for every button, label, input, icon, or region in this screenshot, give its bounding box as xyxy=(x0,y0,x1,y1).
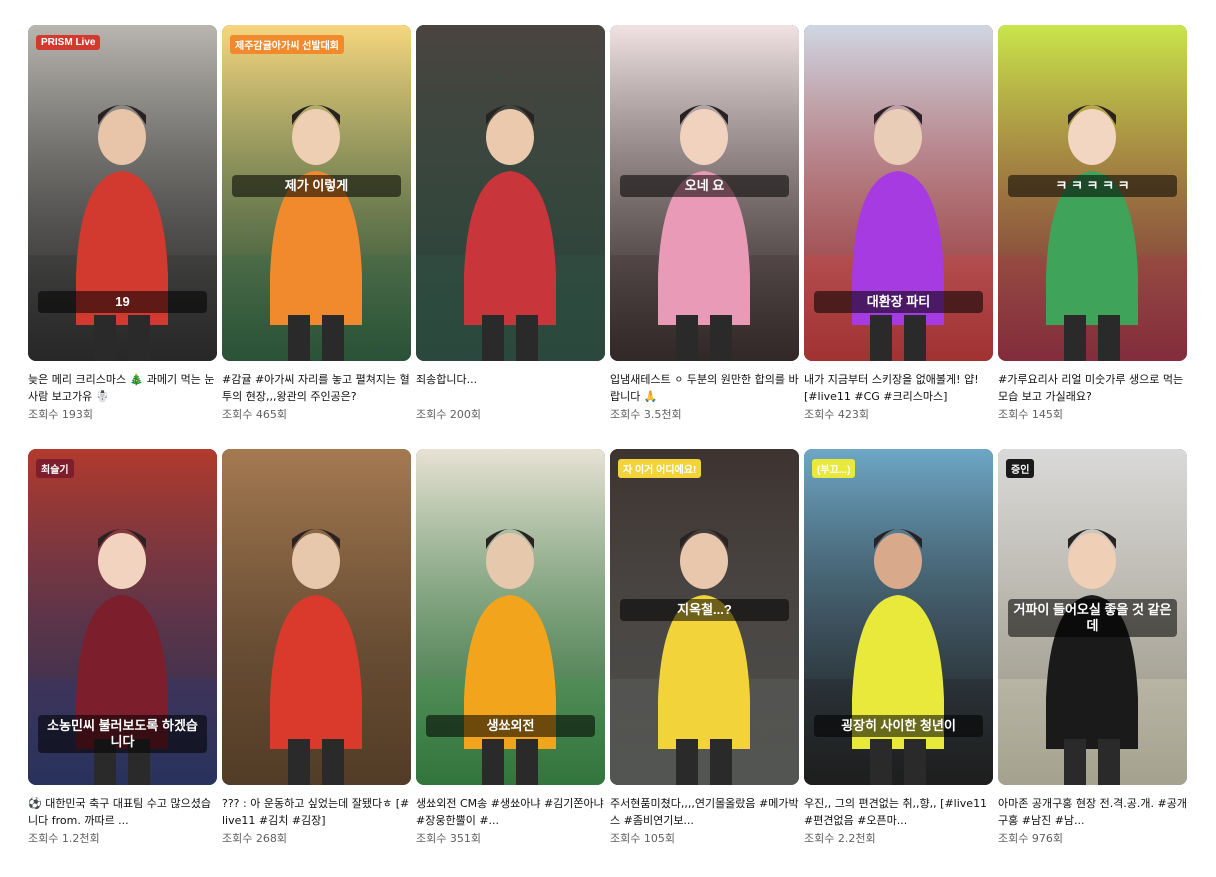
short-card[interactable]: 거파이 들어오실 좋을 것 같은데 증인아마존 공개구홍 현장 전.격.공.개. … xyxy=(998,449,1187,857)
thumbnail-caption: 오네 요 xyxy=(620,175,789,197)
short-view-count: 조회수 423회 xyxy=(804,408,869,421)
thumbnail-caption: 굉장히 사이한 청년이 xyxy=(814,715,983,737)
thumbnail-caption: 제가 이렇게 xyxy=(232,175,401,197)
short-thumbnail[interactable]: 오네 요 xyxy=(610,25,799,361)
short-view-count: 조회수 465회 xyxy=(222,408,287,421)
short-thumbnail[interactable]: 거파이 들어오실 좋을 것 같은데 증인 xyxy=(998,449,1187,785)
thumbnail-caption: 생쑈외전 xyxy=(426,715,595,737)
short-title[interactable]: 생쑈외전 CM송 #생쑈아냐 #김기쫀아냐 #장웅한뿔이 #... xyxy=(416,795,605,829)
short-title[interactable]: 입냄새테스트 ⚪ 두분의 원만한 합의를 바랍니다 🙏 xyxy=(610,371,799,405)
thumbnail-badge: (부끄...) xyxy=(812,459,856,478)
short-title[interactable]: 주서현품미쳤다,,,,연기몰올랐음 #메가박스 #좀비연기보... xyxy=(610,795,799,829)
short-card[interactable]: 오네 요입냄새테스트 ⚪ 두분의 원만한 합의를 바랍니다 🙏 조회수 3.5천회 xyxy=(610,25,799,433)
short-view-count: 조회수 3.5천회 xyxy=(610,408,682,421)
short-thumbnail[interactable]: 제가 이렇게 제주감귤아가씨 선발대회 xyxy=(222,25,411,361)
short-thumbnail[interactable]: 19 PRISM Live xyxy=(28,25,217,361)
short-view-count: 조회수 1.2천회 xyxy=(28,832,100,845)
thumbnail-caption: 소농민씨 불러보도록 하겠습니다 xyxy=(38,715,207,753)
short-thumbnail[interactable] xyxy=(222,449,411,785)
short-card[interactable]: 소농민씨 불러보도록 하겠습니다 최슬기 ⚽ 대한민국 축구 대표팀 수고 많으셨습… xyxy=(28,449,217,857)
short-card[interactable]: 굉장히 사이한 청년이 (부끄...) 우진,, 그의 편견없는 취,,향,, [#… xyxy=(804,449,993,857)
short-title[interactable]: #감귤 #아가씨 자리를 놓고 펼쳐지는 혈투의 현장,,,왕관의 주인공은? xyxy=(222,371,411,405)
short-view-count: 조회수 351회 xyxy=(416,832,481,845)
thumbnail-badge: 제주감귤아가씨 선발대회 xyxy=(230,35,344,54)
thumbnail-caption: 19 xyxy=(38,291,207,313)
thumbnail-caption: 대환장 파티 xyxy=(814,291,983,313)
short-card[interactable]: 제가 이렇게 제주감귤아가씨 선발대회 #감귤 #아가씨 자리를 놓고 펼쳐지는 혈… xyxy=(222,25,411,433)
short-view-count: 조회수 145회 xyxy=(998,408,1063,421)
thumbnail-caption: 거파이 들어오실 좋을 것 같은데 xyxy=(1008,599,1177,637)
short-thumbnail[interactable]: ㅋ ㅋ ㅋ ㅋ ㅋ xyxy=(998,25,1187,361)
short-title[interactable]: ??? : 아 운동하고 싶었는데 잘됐다ㅎ [#live11 #김치 #김장] xyxy=(222,795,411,829)
short-title[interactable]: 늦은 메리 크리스마스 🎄 과메기 먹는 눈사람 보고가유 ☃️ xyxy=(28,371,217,405)
short-thumbnail[interactable]: 굉장히 사이한 청년이 (부끄...) xyxy=(804,449,993,785)
short-thumbnail[interactable]: 지옥철...? 자 이거 어디에요! xyxy=(610,449,799,785)
short-card[interactable]: 죄송합니다... 조회수 200회 xyxy=(416,25,605,433)
thumbnail-badge: 자 이거 어디에요! xyxy=(618,459,702,478)
short-title[interactable]: 아마존 공개구홍 현장 전.격.공.개. #공개구홍 #남진 #남... xyxy=(998,795,1187,829)
short-title[interactable]: 우진,, 그의 편견없는 취,,향,, [#live11 #편견없음 #오픈마.… xyxy=(804,795,993,829)
short-view-count: 조회수 268회 xyxy=(222,832,287,845)
short-card[interactable]: ??? : 아 운동하고 싶었는데 잘됐다ㅎ [#live11 #김치 #김장]… xyxy=(222,449,411,857)
short-thumbnail[interactable] xyxy=(416,25,605,361)
short-card[interactable]: ㅋ ㅋ ㅋ ㅋ ㅋ #가루요리사 리얼 미숫가루 생으로 먹는 모습 보고 가실래… xyxy=(998,25,1187,433)
short-card[interactable]: 지옥철...? 자 이거 어디에요! 주서현품미쳤다,,,,연기몰올랐음 #메가박스… xyxy=(610,449,799,857)
short-card[interactable]: 대환장 파티내가 지금부터 스키장을 없애볼게! 얍! [#live11 #CG… xyxy=(804,25,993,433)
thumbnail-caption: 지옥철...? xyxy=(620,599,789,621)
shorts-grid: 19 PRISM Live 늦은 메리 크리스마스 🎄 과메기 먹는 눈사람 보고가… xyxy=(28,25,1187,857)
short-title[interactable]: 죄송합니다... xyxy=(416,371,605,405)
short-view-count: 조회수 105회 xyxy=(610,832,675,845)
short-card[interactable]: 생쑈외전생쑈외전 CM송 #생쑈아냐 #김기쫀아냐 #장웅한뿔이 #... 조회수… xyxy=(416,449,605,857)
short-thumbnail[interactable]: 생쑈외전 xyxy=(416,449,605,785)
thumbnail-badge: PRISM Live xyxy=(36,35,101,50)
short-title[interactable]: 내가 지금부터 스키장을 없애볼게! 얍! [#live11 #CG #크리스마… xyxy=(804,371,993,405)
thumbnail-image xyxy=(416,25,605,361)
thumbnail-badge: 증인 xyxy=(1006,459,1035,478)
short-view-count: 조회수 976회 xyxy=(998,832,1063,845)
thumbnail-caption: ㅋ ㅋ ㅋ ㅋ ㅋ xyxy=(1008,175,1177,197)
short-title[interactable]: #가루요리사 리얼 미숫가루 생으로 먹는 모습 보고 가실래요? xyxy=(998,371,1187,405)
short-view-count: 조회수 2.2천회 xyxy=(804,832,876,845)
thumbnail-badge: 최슬기 xyxy=(36,459,74,478)
short-thumbnail[interactable]: 소농민씨 불러보도록 하겠습니다 최슬기 xyxy=(28,449,217,785)
short-title[interactable]: ⚽ 대한민국 축구 대표팀 수고 많으셨습니다 from. 까따르 ... xyxy=(28,795,217,829)
short-card[interactable]: 19 PRISM Live 늦은 메리 크리스마스 🎄 과메기 먹는 눈사람 보고가… xyxy=(28,25,217,433)
short-thumbnail[interactable]: 대환장 파티 xyxy=(804,25,993,361)
short-view-count: 조회수 193회 xyxy=(28,408,93,421)
thumbnail-image xyxy=(222,449,411,785)
short-view-count: 조회수 200회 xyxy=(416,408,481,421)
